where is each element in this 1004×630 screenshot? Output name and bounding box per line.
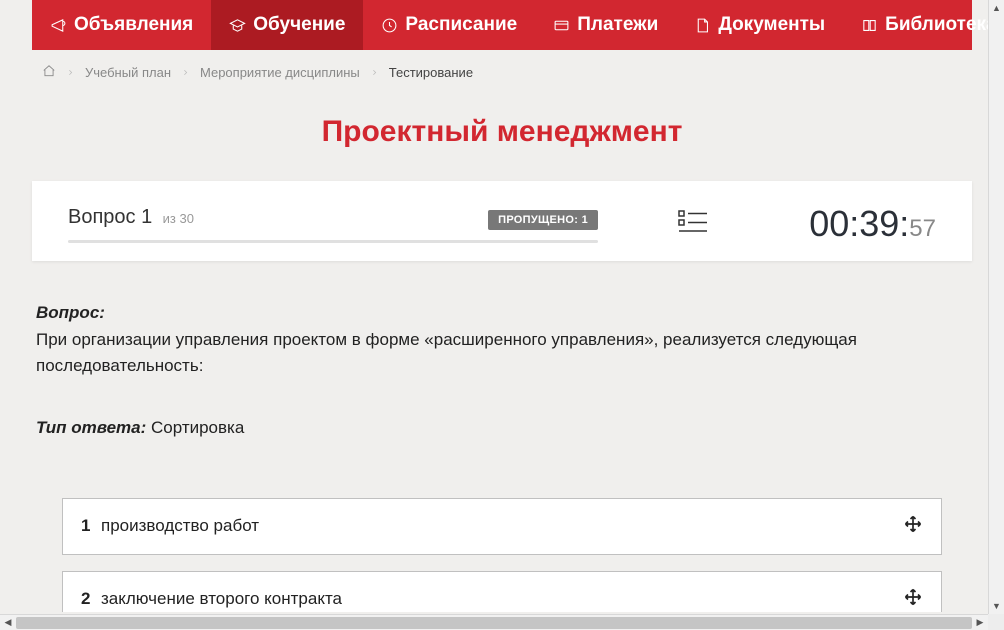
answer-number: 1 <box>81 516 101 536</box>
megaphone-icon <box>50 17 67 34</box>
question-list-button[interactable] <box>678 209 708 240</box>
move-icon[interactable] <box>903 587 923 612</box>
answer-text: производство работ <box>101 516 903 536</box>
answer-type-label: Тип ответа: <box>36 418 146 437</box>
move-icon[interactable] <box>903 514 923 539</box>
book-icon <box>861 17 878 34</box>
nav-payments[interactable]: Платежи <box>535 0 676 50</box>
card-icon <box>553 17 570 34</box>
main-nav: Объявления Обучение Расписание Платежи Д… <box>32 0 972 50</box>
breadcrumb-current: Тестирование <box>389 65 473 80</box>
nav-label: Библиотека <box>885 14 992 36</box>
status-panel: Вопрос 1 из 30 ПРОПУЩЕНО: 1 00:39: 57 <box>32 181 972 261</box>
nav-education[interactable]: Обучение <box>211 0 363 50</box>
timer-minutes: 00:39: <box>809 203 909 245</box>
scroll-right-icon[interactable]: ▶ <box>972 615 988 630</box>
page-title: Проектный менеджмент <box>12 115 992 149</box>
answer-list: 1 производство работ 2 заключение второг… <box>62 498 942 612</box>
timer: 00:39: 57 <box>809 203 936 245</box>
question-number: Вопрос 1 <box>68 206 152 228</box>
nav-label: Объявления <box>74 14 193 36</box>
scrollbar-thumb[interactable] <box>16 617 972 629</box>
graduation-cap-icon <box>229 17 246 34</box>
breadcrumb-link[interactable]: Учебный план <box>85 65 171 80</box>
answer-text: заключение второго контракта <box>101 589 903 609</box>
breadcrumb-link[interactable]: Мероприятие дисциплины <box>200 65 360 80</box>
question-text: При организации управления проектом в фо… <box>36 327 968 380</box>
question-label: Вопрос: <box>36 303 105 322</box>
question-progress: Вопрос 1 из 30 ПРОПУЩЕНО: 1 <box>68 206 598 243</box>
nav-schedule[interactable]: Расписание <box>363 0 535 50</box>
nav-label: Документы <box>718 14 825 36</box>
clock-icon <box>381 17 398 34</box>
skipped-badge: ПРОПУЩЕНО: 1 <box>488 210 598 230</box>
answer-type-value: Сортировка <box>151 418 244 437</box>
timer-seconds: 57 <box>909 215 936 243</box>
document-icon <box>694 17 711 34</box>
question-total: из 30 <box>163 211 194 226</box>
nav-announcements[interactable]: Объявления <box>32 0 211 50</box>
chevron-right-icon <box>66 65 75 80</box>
scrollbar-corner <box>988 614 1004 630</box>
nav-label: Обучение <box>253 14 345 36</box>
home-icon[interactable] <box>42 64 56 81</box>
nav-label: Платежи <box>577 14 658 36</box>
vertical-scrollbar[interactable]: ▲ ▼ <box>988 0 1004 614</box>
question-body: Вопрос: При организации управления проек… <box>32 303 972 438</box>
nav-documents[interactable]: Документы <box>676 0 843 50</box>
horizontal-scrollbar[interactable]: ◀ ▶ <box>0 614 988 630</box>
answer-number: 2 <box>81 589 101 609</box>
answer-item[interactable]: 2 заключение второго контракта <box>62 571 942 612</box>
chevron-right-icon <box>370 65 379 80</box>
scroll-up-icon[interactable]: ▲ <box>989 0 1004 16</box>
scroll-down-icon[interactable]: ▼ <box>989 598 1004 614</box>
breadcrumb: Учебный план Мероприятие дисциплины Тест… <box>12 50 992 95</box>
progress-bar <box>68 240 598 243</box>
nav-library[interactable]: Библиотека <box>843 0 992 50</box>
answer-item[interactable]: 1 производство работ <box>62 498 942 555</box>
chevron-right-icon <box>181 65 190 80</box>
scroll-left-icon[interactable]: ◀ <box>0 615 16 630</box>
nav-label: Расписание <box>405 14 517 36</box>
